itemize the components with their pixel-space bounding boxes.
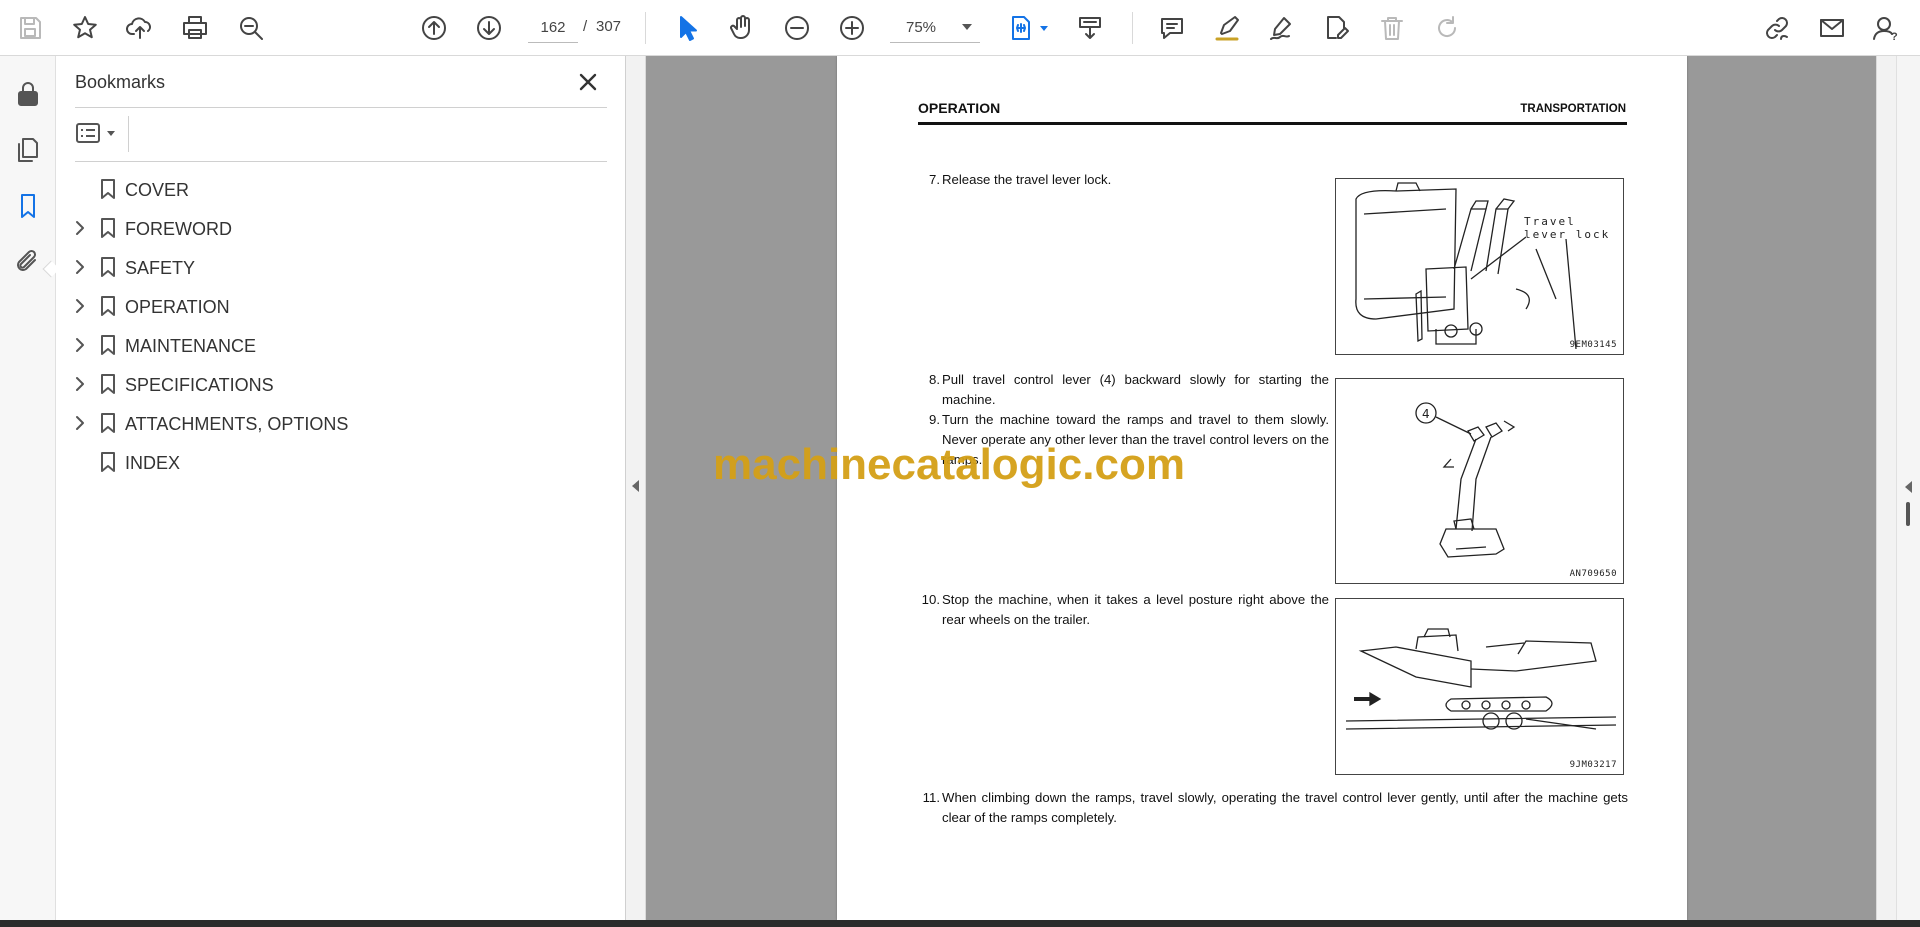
bookmark-item[interactable]: INDEX — [56, 444, 626, 480]
bookmark-icon — [96, 216, 120, 240]
chevron-left-icon — [632, 480, 639, 492]
chevron-right-icon[interactable] — [70, 257, 90, 277]
select-cursor-icon[interactable] — [669, 10, 705, 46]
account-icon[interactable]: ? — [1868, 10, 1904, 46]
figure-code: AN709650 — [1569, 569, 1617, 579]
bookmark-label: ATTACHMENTS, OPTIONS — [125, 414, 349, 434]
delete-icon[interactable] — [1374, 10, 1410, 46]
top-toolbar: / 307 75% — [0, 0, 1920, 56]
step-11: 11. When climbing down the ramps, travel… — [922, 790, 1628, 825]
page-header-chapter: TRANSPORTATION — [1520, 103, 1626, 115]
zoom-out-icon[interactable] — [779, 10, 815, 46]
bookmark-icon — [96, 372, 120, 396]
page-total: 307 — [596, 18, 622, 35]
list-options-icon — [76, 123, 100, 143]
figure-callout: Travel lever lock — [1524, 215, 1611, 241]
comment-icon[interactable] — [1154, 10, 1190, 46]
step-7: 7. Release the travel lever lock. — [929, 172, 1112, 187]
svg-text:?: ? — [1891, 31, 1898, 42]
hand-tool-icon[interactable] — [724, 10, 760, 46]
bookmark-item[interactable]: OPERATION — [56, 288, 626, 324]
document-viewport[interactable]: OPERATION TRANSPORTATION 7. Release the … — [646, 56, 1876, 920]
chevron-down-icon[interactable] — [1040, 26, 1048, 31]
bookmark-label: SPECIFICATIONS — [125, 375, 274, 395]
page-number-input[interactable] — [528, 13, 578, 43]
next-page-icon[interactable] — [471, 10, 507, 46]
fit-page-icon[interactable] — [1003, 10, 1039, 46]
figure-code: 9EM03145 — [1569, 340, 1617, 350]
bookmark-label: OPERATION — [125, 297, 230, 317]
chevron-right-icon[interactable] — [70, 374, 90, 394]
bookmark-star-icon[interactable] — [67, 10, 103, 46]
scroll-mode-icon[interactable] — [1072, 10, 1108, 46]
zoom-in-icon[interactable] — [834, 10, 870, 46]
highlight-icon[interactable] — [1209, 10, 1245, 46]
close-icon[interactable] — [574, 68, 602, 96]
bookmark-item[interactable]: SPECIFICATIONS — [56, 366, 626, 402]
chevron-right-icon[interactable] — [70, 335, 90, 355]
chevron-right-icon[interactable] — [70, 218, 90, 238]
bookmark-label: COVER — [125, 180, 190, 200]
bookmark-item[interactable]: MAINTENANCE — [56, 327, 626, 363]
bookmark-item[interactable]: COVER — [56, 171, 626, 207]
pdf-page: OPERATION TRANSPORTATION 7. Release the … — [837, 56, 1687, 920]
bookmark-label: SAFETY — [125, 258, 196, 278]
previous-page-icon[interactable] — [416, 10, 452, 46]
chevron-right-icon[interactable] — [70, 413, 90, 433]
figure-code: 9JM03217 — [1569, 760, 1617, 770]
chevron-down-icon — [107, 130, 115, 136]
bookmark-icon — [96, 333, 120, 357]
bookmark-icon — [96, 450, 120, 474]
print-icon[interactable] — [177, 10, 213, 46]
bookmark-icon — [96, 177, 120, 201]
collapse-right-panel-button[interactable] — [1876, 56, 1896, 920]
bookmark-label: MAINTENANCE — [125, 336, 257, 356]
scrollbar-thumb[interactable] — [1906, 502, 1910, 526]
bookmark-label: INDEX — [125, 453, 181, 473]
chevron-left-icon[interactable] — [1905, 481, 1912, 493]
edit-text-icon[interactable] — [1319, 10, 1355, 46]
chevron-down-icon — [962, 24, 972, 30]
bookmarks-panel-title: Bookmarks — [75, 72, 166, 92]
share-link-icon[interactable] — [1759, 10, 1795, 46]
page-thumbnails-icon[interactable] — [10, 132, 46, 168]
email-icon[interactable] — [1814, 10, 1850, 46]
bookmark-icon — [96, 294, 120, 318]
figure-machine-on-trailer: 9JM03217 — [1335, 598, 1624, 775]
chevron-right-icon[interactable] — [70, 296, 90, 316]
save-icon[interactable] — [12, 10, 48, 46]
step-9: 9. Turn the machine toward the ramps and… — [929, 412, 1329, 467]
bookmark-options-button[interactable] — [75, 118, 125, 148]
bookmark-item[interactable]: FOREWORD — [56, 210, 626, 246]
bookmark-label: FOREWORD — [125, 219, 232, 239]
bookmark-item[interactable]: SAFETY — [56, 249, 626, 285]
lock-icon[interactable] — [10, 76, 46, 112]
bookmarks-panel-icon[interactable] — [10, 188, 46, 224]
figure-travel-lever-lock: Travel lever lock 9EM03145 — [1335, 178, 1624, 355]
pdf-viewer-app: / 307 75% — [0, 0, 1920, 927]
step-8: 8. Pull travel control lever (4) backwar… — [929, 372, 1329, 407]
bookmark-icon — [96, 255, 120, 279]
figure-travel-control-lever: 4 AN709650 — [1335, 378, 1624, 584]
step-10: 10. Stop the machine, when it takes a le… — [921, 592, 1329, 627]
svg-text:4: 4 — [1422, 407, 1430, 421]
find-text-icon[interactable] — [233, 10, 269, 46]
draw-freehand-icon[interactable] — [1264, 10, 1300, 46]
bookmark-item[interactable]: ATTACHMENTS, OPTIONS — [56, 405, 626, 441]
cloud-upload-icon[interactable] — [122, 10, 158, 46]
bookmarks-panel: Bookmarks COVER FOREWORD SAFETY OPERATION MA… — [56, 56, 626, 920]
redo-icon[interactable] — [1429, 10, 1465, 46]
left-navigation-rail — [0, 56, 60, 920]
page-separator: / — [583, 18, 588, 35]
page-header-section: OPERATION — [918, 100, 1001, 116]
bookmark-icon — [96, 411, 120, 435]
zoom-level-value: 75% — [906, 19, 937, 36]
attachments-icon[interactable] — [10, 244, 46, 280]
collapse-left-panel-button[interactable] — [626, 56, 646, 920]
